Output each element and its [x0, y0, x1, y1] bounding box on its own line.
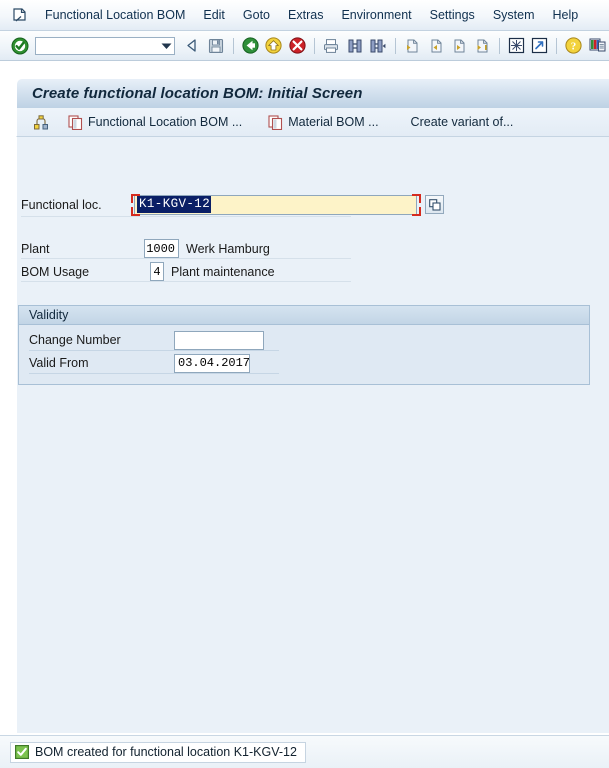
find-next-icon[interactable] — [367, 35, 388, 57]
system-menu-icon[interactable] — [10, 7, 28, 23]
menu-item-extras[interactable]: Extras — [279, 6, 332, 24]
print-icon[interactable] — [321, 35, 342, 57]
menu-label: Settings — [429, 8, 475, 22]
next-page-icon[interactable] — [448, 35, 469, 57]
command-field[interactable] — [35, 36, 176, 55]
copy-document-icon — [268, 114, 283, 130]
first-page-icon[interactable] — [402, 35, 423, 57]
last-page-icon[interactable] — [471, 35, 492, 57]
menu-item-goto[interactable]: Goto — [234, 6, 279, 24]
customize-local-layout-icon[interactable] — [587, 35, 608, 57]
focus-corner — [131, 206, 140, 216]
change-number-input[interactable] — [174, 330, 264, 350]
valid-from-value: 03.04.2017 — [178, 356, 251, 370]
bom-usage-description: Plant maintenance — [171, 264, 275, 279]
menu-item-edit[interactable]: Edit — [194, 6, 234, 24]
validity-group-title: Validity — [19, 306, 589, 325]
functional-location-input[interactable]: K1-KGV-12 — [134, 194, 417, 215]
create-session-icon[interactable] — [506, 35, 527, 57]
structure-button[interactable] — [27, 111, 56, 134]
functional-location-row: Functional loc. K1-KGV-12 — [21, 193, 444, 216]
plant-value: 1000 — [146, 241, 175, 256]
copy-document-icon — [68, 114, 83, 130]
success-check-icon — [15, 745, 29, 759]
find-icon[interactable] — [344, 35, 365, 57]
focus-corner — [412, 193, 421, 203]
exit-yellow-icon[interactable] — [263, 35, 284, 57]
menu-item-settings[interactable]: Settings — [421, 6, 484, 24]
change-number-label: Change Number — [29, 333, 121, 347]
back-arrow-icon[interactable] — [182, 35, 203, 57]
help-icon[interactable]: ? — [563, 35, 584, 57]
save-icon[interactable] — [206, 35, 227, 57]
plant-input[interactable]: 1000 — [144, 239, 179, 258]
search-help-icon[interactable] — [425, 195, 444, 214]
previous-page-icon[interactable] — [425, 35, 446, 57]
svg-text:?: ? — [571, 41, 577, 53]
validity-group-box: Validity Change Number Valid From 03.04.… — [18, 305, 590, 385]
menu-item-functional-location-bom[interactable]: Functional Location BOM — [36, 6, 194, 24]
green-check-enter-icon[interactable] — [9, 35, 30, 57]
row-divider — [29, 350, 279, 351]
row-divider — [21, 216, 351, 217]
functional-location-value: K1-KGV-12 — [137, 196, 212, 213]
structure-icon — [33, 114, 50, 130]
menu-item-system[interactable]: System — [484, 6, 544, 24]
menu-label: Functional Location BOM — [45, 8, 186, 22]
plant-description: Werk Hamburg — [186, 241, 270, 256]
focus-corner — [412, 206, 421, 216]
status-message-text: BOM created for functional location K1-K… — [35, 745, 297, 759]
standard-toolbar: ? — [0, 31, 609, 61]
menu-label: Help — [552, 8, 579, 22]
application-toolbar: Functional Location BOM ... Material BOM… — [16, 108, 609, 137]
menu-label: Goto — [242, 8, 271, 22]
back-green-icon[interactable] — [240, 35, 261, 57]
app-button-label: Material BOM ... — [288, 115, 379, 129]
page-title: Create functional location BOM: Initial … — [32, 85, 363, 102]
toolbar-separator — [313, 37, 315, 54]
valid-from-input[interactable]: 03.04.2017 — [174, 353, 251, 373]
bom-usage-row: BOM Usage 4 Plant maintenance — [21, 261, 275, 282]
menu-label: System — [492, 8, 535, 22]
screen-canvas: Functional loc. K1-KGV-12 Plant 1000 Wer… — [16, 137, 609, 733]
plant-label: Plant — [21, 241, 50, 256]
bom-usage-label: BOM Usage — [21, 264, 90, 279]
command-input[interactable] — [36, 38, 159, 53]
cancel-red-icon[interactable] — [286, 35, 307, 57]
plant-row: Plant 1000 Werk Hamburg — [21, 238, 270, 259]
create-shortcut-icon[interactable] — [529, 35, 550, 57]
app-button-label: Create variant of... — [410, 115, 514, 129]
toolbar-separator — [394, 37, 396, 54]
app-button-label: Functional Location BOM ... — [88, 115, 243, 129]
row-divider — [29, 373, 279, 374]
menu-item-environment[interactable]: Environment — [332, 6, 420, 24]
functional-location-label: Functional loc. — [21, 197, 102, 212]
status-bar: BOM created for functional location K1-K… — [0, 735, 609, 768]
toolbar-separator — [498, 37, 500, 54]
change-number-row: Change Number — [29, 330, 264, 350]
create-variant-of-button[interactable]: Create variant of... — [405, 111, 520, 134]
valid-from-row: Valid From 03.04.2017 — [29, 353, 250, 373]
valid-from-label: Valid From — [29, 356, 89, 370]
row-divider — [21, 258, 351, 259]
bom-usage-value: 4 — [153, 264, 161, 279]
functional-location-bom-button[interactable]: Functional Location BOM ... — [62, 111, 248, 134]
toolbar-separator — [232, 37, 234, 54]
bom-usage-input[interactable]: 4 — [150, 262, 164, 281]
menu-label: Environment — [341, 8, 412, 22]
status-message: BOM created for functional location K1-K… — [10, 741, 306, 763]
screen-title-bar: Create functional location BOM: Initial … — [16, 78, 609, 108]
material-bom-button[interactable]: Material BOM ... — [262, 111, 384, 134]
functional-location-input-wrapper[interactable]: K1-KGV-12 — [131, 193, 421, 216]
focus-corner — [131, 193, 140, 203]
row-divider — [21, 281, 351, 282]
menu-label: Edit — [203, 8, 225, 22]
menu-bar: Functional Location BOM Edit Goto Extras… — [0, 0, 609, 31]
menu-label: Extras — [288, 8, 324, 22]
menu-item-help[interactable]: Help — [544, 6, 588, 24]
chevron-down-icon[interactable] — [158, 38, 174, 54]
toolbar-separator — [556, 37, 558, 54]
